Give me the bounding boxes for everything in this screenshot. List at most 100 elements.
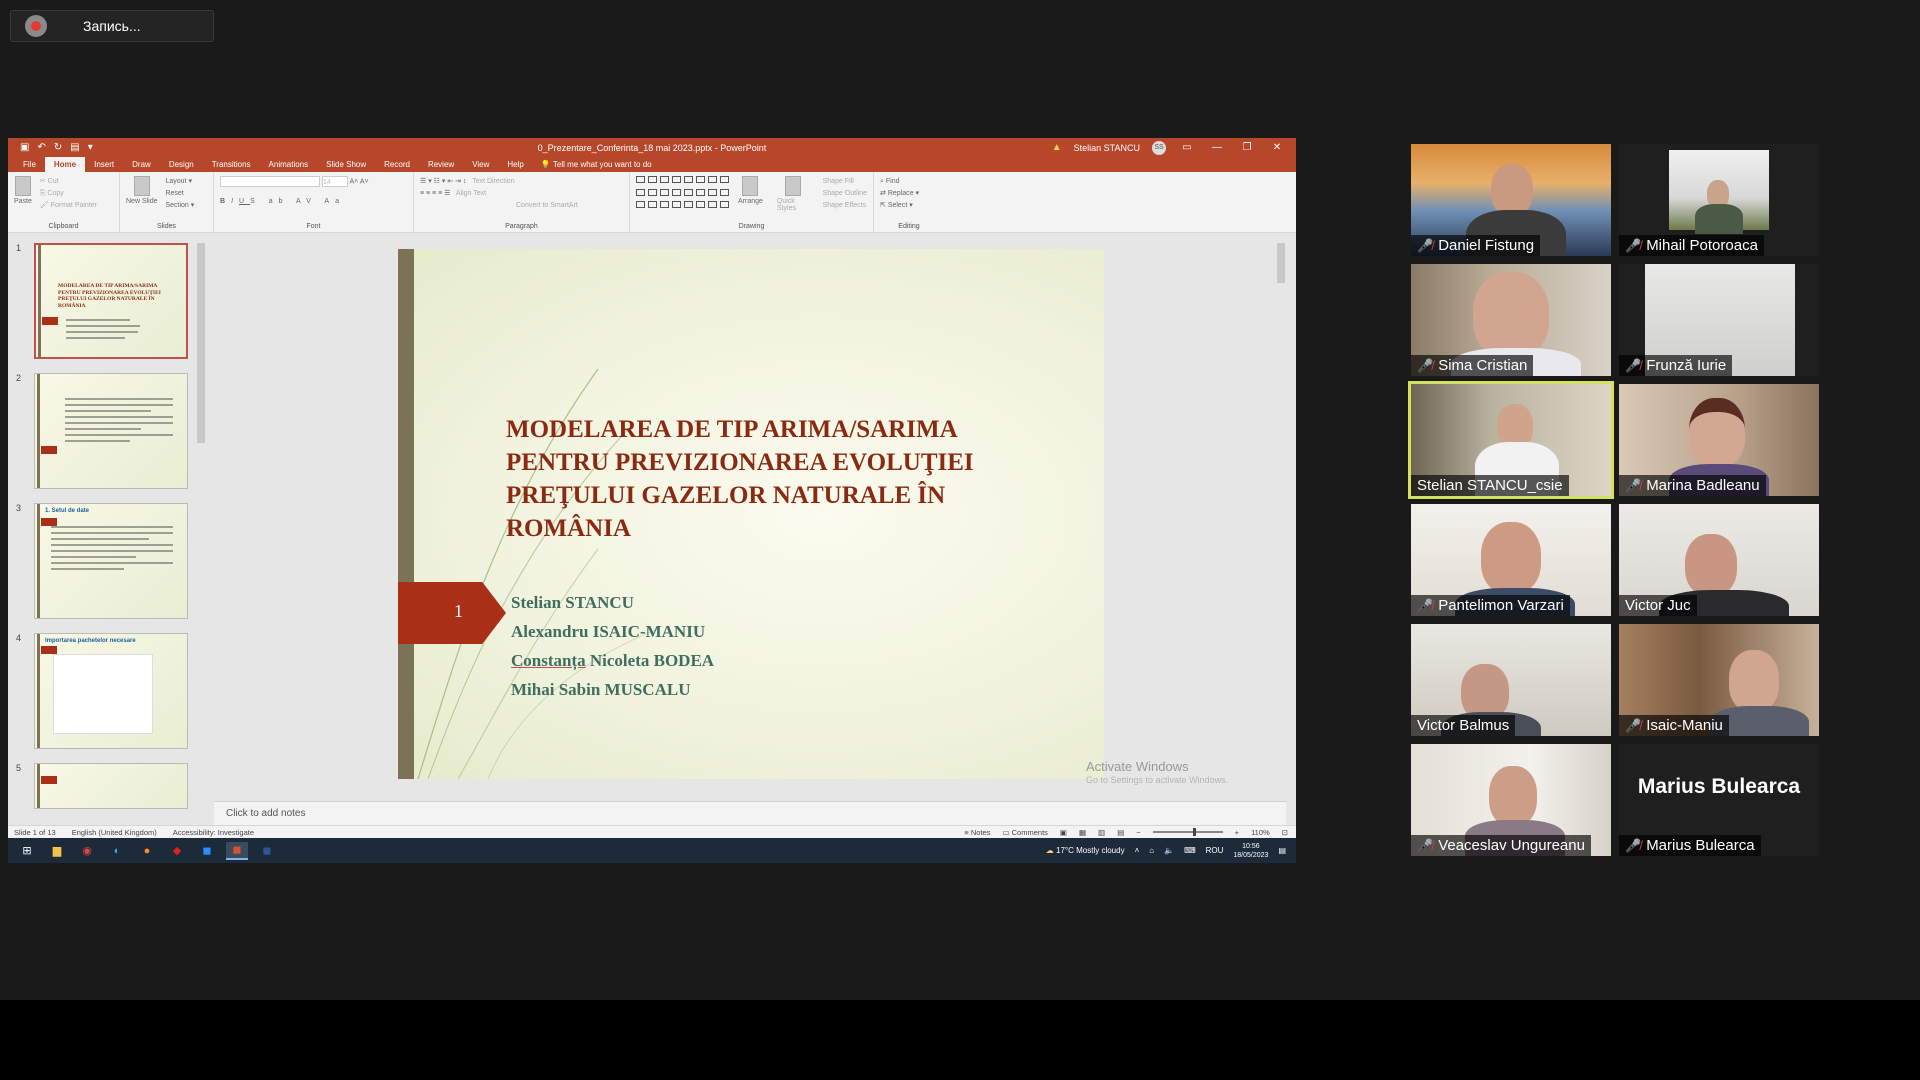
canvas-scrollbar[interactable] bbox=[1276, 233, 1286, 797]
replace-button[interactable]: ⇄ Replace ▾ bbox=[880, 188, 938, 200]
slide-thumbnails-pane[interactable]: 1 MODELAREA DE TIP ARIMA/SARIMA PENTRU P… bbox=[8, 233, 210, 825]
customize-icon[interactable]: ▾ bbox=[88, 142, 93, 153]
tell-me-search[interactable]: 💡 Tell me what you want to do bbox=[541, 157, 652, 172]
restore-button[interactable]: ❐ bbox=[1238, 142, 1256, 153]
arrange-button[interactable]: Arrange bbox=[738, 176, 763, 212]
align-buttons[interactable]: ≡ ≡ ≡ ≡ ☰ Align Text bbox=[420, 188, 623, 200]
accessibility-status[interactable]: Accessibility: Investigate bbox=[173, 828, 254, 837]
chrome-icon[interactable]: ◉ bbox=[76, 842, 98, 860]
keyboard-icon[interactable]: ⌨ bbox=[1184, 846, 1196, 855]
close-button[interactable]: ✕ bbox=[1268, 142, 1286, 153]
redo-icon[interactable]: ↻ bbox=[54, 142, 62, 153]
shape-outline-button[interactable]: Shape Outline bbox=[823, 188, 867, 200]
tab-home[interactable]: Home bbox=[44, 157, 86, 172]
comments-button[interactable]: ▭ Comments bbox=[1002, 828, 1047, 837]
start-icon[interactable]: ⊞ bbox=[16, 842, 38, 860]
participant-tile[interactable]: Stelian STANCU_csie bbox=[1408, 381, 1614, 499]
slide-thumbnail[interactable] bbox=[34, 373, 188, 489]
tab-transitions[interactable]: Transitions bbox=[203, 157, 260, 172]
clock[interactable]: 10:56 18/05/2023 bbox=[1233, 842, 1268, 860]
font-format-buttons[interactable]: BIUS ab AV Aa bbox=[220, 196, 407, 208]
edge-icon[interactable]: ◐ bbox=[106, 842, 128, 860]
tab-review[interactable]: Review bbox=[419, 157, 463, 172]
quick-styles-button[interactable]: Quick Styles bbox=[777, 176, 809, 212]
tab-design[interactable]: Design bbox=[160, 157, 203, 172]
zoom-app-icon[interactable]: ◼ bbox=[196, 842, 218, 860]
section-button[interactable]: Section ▾ bbox=[165, 200, 194, 212]
participant-tile[interactable]: 🎤̸ Frunză Iurie bbox=[1619, 264, 1819, 376]
notes-button[interactable]: ≡ Notes bbox=[964, 828, 990, 837]
volume-icon[interactable]: 🔈 bbox=[1164, 846, 1174, 855]
participant-tile[interactable]: Victor Balmus bbox=[1411, 624, 1611, 736]
undo-icon[interactable]: ↶ bbox=[37, 142, 45, 153]
shape-effects-button[interactable]: Shape Effects bbox=[823, 200, 867, 212]
file-explorer-icon[interactable]: ▆ bbox=[46, 842, 68, 860]
participant-tile[interactable]: 🎤̸ Isaic-Maniu bbox=[1619, 624, 1819, 736]
participant-tile[interactable]: 🎤̸ Pantelimon Varzari bbox=[1411, 504, 1611, 616]
participant-tile[interactable]: 🎤̸ Veaceslav Ungureanu bbox=[1411, 744, 1611, 856]
zoom-in-icon[interactable]: + bbox=[1235, 828, 1239, 837]
participant-tile[interactable]: 🎤̸ Mihail Potoroaca bbox=[1619, 144, 1819, 256]
acrobat-icon[interactable]: ◆ bbox=[166, 842, 188, 860]
present-icon[interactable]: ▤ bbox=[70, 142, 79, 153]
font-name-box[interactable]: 14 A˄ A˅ bbox=[220, 176, 407, 188]
thumbnails-scrollbar[interactable] bbox=[196, 233, 206, 825]
participant-tile[interactable]: 🎤̸ Daniel Fistung bbox=[1411, 144, 1611, 256]
slide-thumbnail[interactable]: 1. Setul de date bbox=[34, 503, 188, 619]
save-icon[interactable]: ▣ bbox=[20, 142, 29, 153]
slide-canvas[interactable]: MODELAREA DE TIP ARIMA/SARIMA PENTRU PRE… bbox=[214, 233, 1286, 797]
shapes-gallery[interactable] bbox=[636, 176, 730, 212]
word-icon[interactable]: ◼ bbox=[256, 842, 278, 860]
copy-button[interactable]: ⎘ Copy bbox=[40, 188, 97, 200]
slideshow-icon[interactable]: ▤ bbox=[1117, 828, 1124, 837]
normal-view-icon[interactable]: ▣ bbox=[1060, 828, 1067, 837]
tab-slide-show[interactable]: Slide Show bbox=[317, 157, 375, 172]
reset-button[interactable]: Reset bbox=[165, 188, 194, 200]
current-slide[interactable]: MODELAREA DE TIP ARIMA/SARIMA PENTRU PRE… bbox=[398, 249, 1104, 779]
tab-record[interactable]: Record bbox=[375, 157, 419, 172]
format-painter-button[interactable]: 🖌 Format Painter bbox=[40, 200, 97, 212]
tab-animations[interactable]: Animations bbox=[260, 157, 318, 172]
layout-button[interactable]: Layout ▾ bbox=[165, 176, 194, 188]
notes-pane[interactable]: Click to add notes bbox=[214, 801, 1286, 825]
ribbon-display-icon[interactable]: ▭ bbox=[1178, 142, 1196, 153]
participant-tile[interactable]: Victor Juc bbox=[1619, 504, 1819, 616]
participant-tile[interactable]: Marius Bulearca 🎤̸ Marius Bulearca bbox=[1619, 744, 1819, 856]
reading-view-icon[interactable]: ▥ bbox=[1098, 828, 1105, 837]
tab-draw[interactable]: Draw bbox=[123, 157, 160, 172]
tab-file[interactable]: File bbox=[14, 157, 45, 172]
font-size-box[interactable]: 14 bbox=[321, 176, 348, 187]
participant-tile[interactable]: 🎤̸ Marina Badleanu bbox=[1619, 384, 1819, 496]
slide-thumbnail[interactable]: Importarea pachetelor necesare bbox=[34, 633, 188, 749]
new-slide-button[interactable]: New Slide bbox=[126, 176, 158, 205]
find-button[interactable]: ⌕ Find bbox=[880, 176, 938, 188]
tab-insert[interactable]: Insert bbox=[85, 157, 123, 172]
authors-list[interactable]: Stelian STANCU Alexandru ISAIC-MANIU Con… bbox=[511, 588, 714, 704]
zoom-out-icon[interactable]: − bbox=[1136, 828, 1140, 837]
select-button[interactable]: ⇱ Select ▾ bbox=[880, 200, 938, 212]
zoom-level[interactable]: 110% bbox=[1251, 828, 1270, 837]
firefox-icon[interactable]: ● bbox=[136, 842, 158, 860]
avatar[interactable]: SS bbox=[1152, 140, 1166, 155]
weather-widget[interactable]: ☁ 17°C Mostly cloudy bbox=[1046, 846, 1125, 855]
convert-smartart-button[interactable]: Convert to SmartArt bbox=[420, 200, 623, 212]
scroll-thumb[interactable] bbox=[197, 243, 205, 443]
input-language[interactable]: ROU bbox=[1206, 846, 1224, 855]
shape-fill-button[interactable]: Shape Fill bbox=[823, 176, 867, 188]
scroll-thumb[interactable] bbox=[1277, 243, 1285, 283]
participant-tile[interactable]: 🎤̸ Sima Cristian bbox=[1411, 264, 1611, 376]
network-icon[interactable]: ⌂ bbox=[1149, 846, 1154, 855]
zoom-slider[interactable] bbox=[1152, 828, 1223, 836]
tab-help[interactable]: Help bbox=[498, 157, 532, 172]
list-buttons[interactable]: ☰ ▾ ☷ ▾ ⇤ ⇥ ↕ Text Direction bbox=[420, 176, 623, 188]
slide-thumbnail[interactable] bbox=[34, 763, 188, 809]
cut-button[interactable]: ✂ Cut bbox=[40, 176, 97, 188]
fit-slide-icon[interactable]: ⊡ bbox=[1282, 828, 1288, 837]
paste-button[interactable]: Paste bbox=[14, 176, 32, 205]
slide-title[interactable]: MODELAREA DE TIP ARIMA/SARIMA PENTRU PRE… bbox=[506, 413, 1026, 545]
slide-sorter-icon[interactable]: ▦ bbox=[1079, 828, 1086, 837]
warning-icon[interactable]: ▲ bbox=[1052, 142, 1062, 153]
tray-chevron-icon[interactable]: ˄ bbox=[1135, 846, 1140, 855]
tab-view[interactable]: View bbox=[463, 157, 498, 172]
minimize-button[interactable]: — bbox=[1208, 142, 1226, 153]
